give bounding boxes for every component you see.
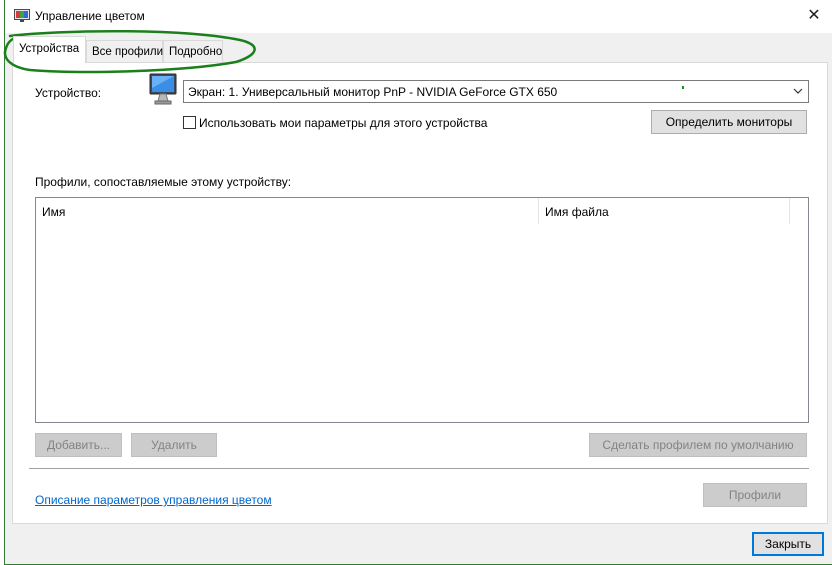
column-header-filename[interactable]: Имя файла (539, 198, 789, 225)
stray-mark (682, 86, 684, 89)
tab-devices[interactable]: Устройства (13, 36, 86, 63)
set-default-profile-button[interactable]: Сделать профилем по умолчанию (589, 433, 807, 457)
devices-panel: Устройство: Экран: 1. Универсальный мони… (12, 62, 828, 524)
profiles-button[interactable]: Профили (703, 483, 807, 507)
tab-advanced[interactable]: Подробно (163, 40, 223, 62)
window-title: Управление цветом (35, 9, 145, 23)
color-management-window: Управление цветом ✕ Устройства Все профи… (4, 0, 832, 565)
use-my-settings-checkbox[interactable] (183, 116, 196, 129)
profiles-list[interactable]: Имя Имя файла (35, 197, 809, 423)
remove-profile-button[interactable]: Удалить (131, 433, 217, 457)
column-separator[interactable] (789, 198, 790, 224)
close-button[interactable]: Закрыть (752, 532, 824, 556)
identify-monitors-button[interactable]: Определить мониторы (651, 110, 807, 134)
color-settings-help-link[interactable]: Описание параметров управления цветом (35, 493, 272, 507)
color-management-icon (14, 9, 30, 23)
divider (29, 468, 809, 469)
device-label: Устройство: (35, 86, 102, 100)
profiles-label: Профили, сопоставляемые этому устройству… (35, 175, 292, 189)
monitor-icon (148, 73, 180, 107)
close-icon[interactable]: ✕ (804, 6, 824, 26)
column-header-name[interactable]: Имя (36, 198, 538, 225)
tab-all-profiles[interactable]: Все профили (86, 40, 163, 62)
add-profile-button[interactable]: Добавить... (35, 433, 122, 457)
use-my-settings-label[interactable]: Использовать мои параметры для этого уст… (199, 116, 487, 130)
title-bar: Управление цветом ✕ (5, 0, 832, 33)
chevron-down-icon[interactable] (793, 84, 803, 101)
device-select-value: Экран: 1. Универсальный монитор PnP - NV… (188, 85, 558, 99)
device-select[interactable]: Экран: 1. Универсальный монитор PnP - NV… (183, 80, 809, 103)
